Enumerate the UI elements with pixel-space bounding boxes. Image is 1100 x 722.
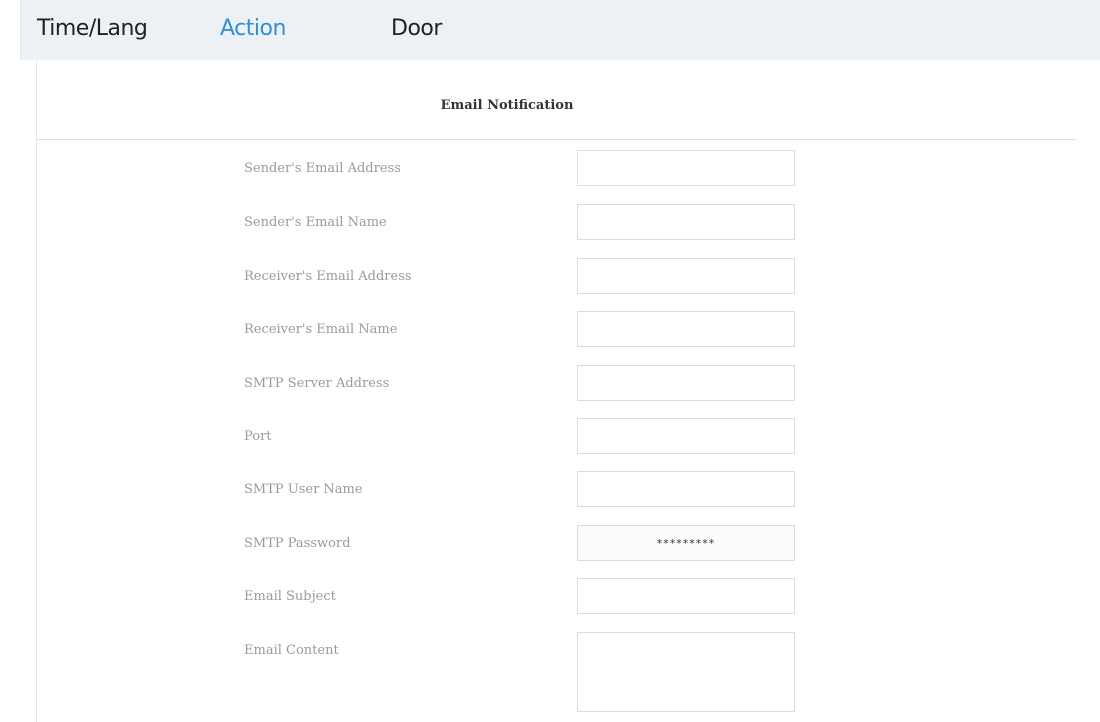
tab-door[interactable]: Door bbox=[391, 16, 442, 41]
receiver-name-label: Receiver's Email Name bbox=[244, 322, 398, 337]
sender-name-label: Sender's Email Name bbox=[244, 215, 387, 230]
port-input[interactable] bbox=[577, 418, 795, 454]
receiver-address-input[interactable] bbox=[577, 258, 795, 294]
email-subject-row: Email Subject bbox=[37, 578, 1077, 618]
receiver-address-row: Receiver's Email Address bbox=[37, 258, 1077, 298]
section-divider bbox=[37, 139, 1077, 140]
page: Time/Lang Action Door Email Notification… bbox=[0, 0, 1100, 722]
section-title: Email Notification bbox=[440, 98, 574, 113]
tab-time-lang[interactable]: Time/Lang bbox=[37, 16, 148, 41]
email-content-label: Email Content bbox=[244, 643, 339, 658]
sender-address-label: Sender's Email Address bbox=[244, 161, 401, 176]
receiver-address-label: Receiver's Email Address bbox=[244, 269, 412, 284]
smtp-server-label: SMTP Server Address bbox=[244, 376, 390, 391]
receiver-name-input[interactable] bbox=[577, 311, 795, 347]
sender-name-input[interactable] bbox=[577, 204, 795, 240]
email-content-row: Email Content bbox=[37, 632, 1077, 716]
email-notification-panel: Email Notification Sender's Email Addres… bbox=[36, 60, 1077, 722]
smtp-user-input[interactable] bbox=[577, 471, 795, 507]
smtp-server-row: SMTP Server Address bbox=[37, 365, 1077, 405]
smtp-user-row: SMTP User Name bbox=[37, 471, 1077, 511]
sender-address-input[interactable] bbox=[577, 150, 795, 186]
receiver-name-row: Receiver's Email Name bbox=[37, 311, 1077, 351]
port-label: Port bbox=[244, 429, 272, 444]
email-subject-label: Email Subject bbox=[244, 589, 336, 604]
email-content-textarea[interactable] bbox=[577, 632, 795, 712]
tab-bar: Time/Lang Action Door bbox=[20, 0, 1100, 60]
tab-action[interactable]: Action bbox=[220, 16, 286, 41]
smtp-password-label: SMTP Password bbox=[244, 536, 351, 551]
email-subject-input[interactable] bbox=[577, 578, 795, 614]
sender-address-row: Sender's Email Address bbox=[37, 150, 1077, 190]
smtp-password-input[interactable] bbox=[577, 525, 795, 561]
smtp-password-row: SMTP Password bbox=[37, 525, 1077, 565]
sender-name-row: Sender's Email Name bbox=[37, 204, 1077, 244]
smtp-user-label: SMTP User Name bbox=[244, 482, 363, 497]
port-row: Port bbox=[37, 418, 1077, 458]
smtp-server-input[interactable] bbox=[577, 365, 795, 401]
